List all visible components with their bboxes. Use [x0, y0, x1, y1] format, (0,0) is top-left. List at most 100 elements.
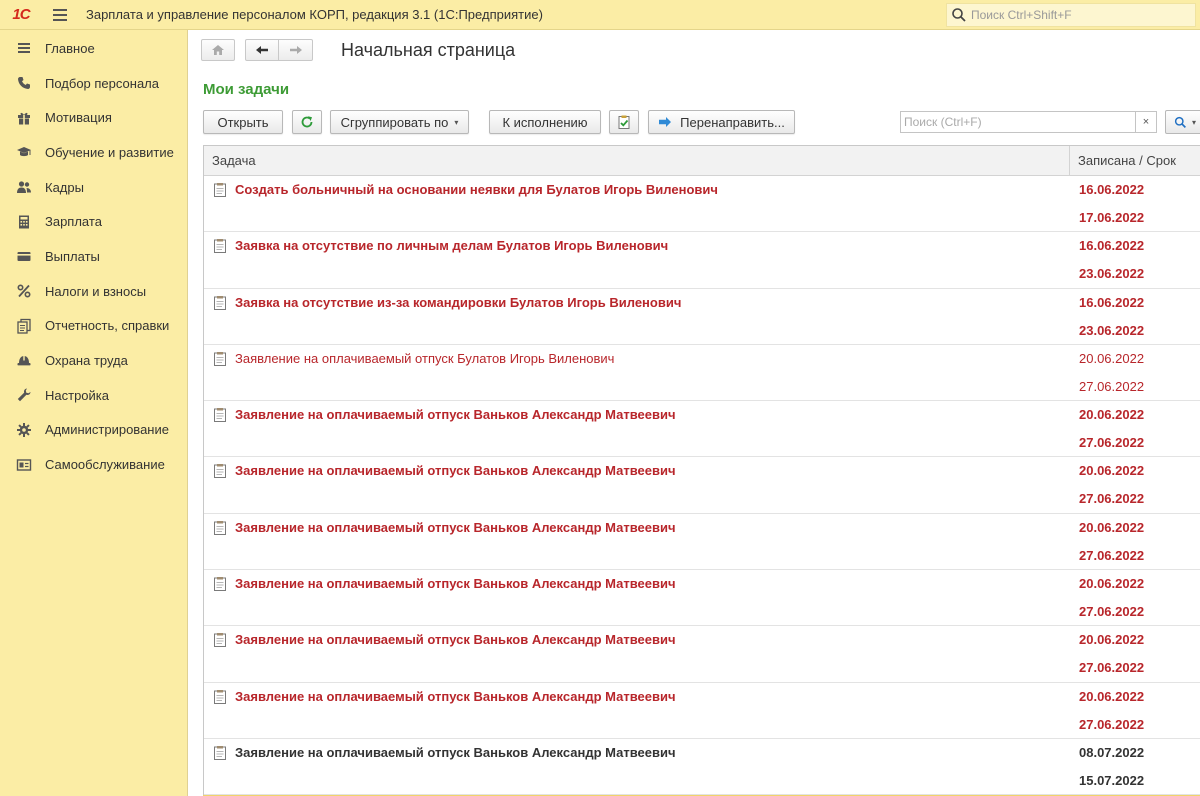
calculator-icon	[16, 214, 32, 230]
sections-panel: Главное Подбор персонала Мотивация Обуче…	[0, 30, 188, 796]
table-row[interactable]: Заявление на оплачиваемый отпуск Булатов…	[204, 345, 1200, 402]
sidebar-item-label: Обучение и развитие	[45, 144, 174, 160]
task-clipboard-icon	[213, 351, 227, 366]
menu-lines-icon	[16, 40, 32, 56]
table-row[interactable]: Создать больничный на основании неявки д…	[204, 176, 1200, 233]
task-recorded-date: 20.06.2022	[1079, 632, 1145, 648]
sidebar-item-label: Зарплата	[45, 214, 102, 230]
sidebar-item-training[interactable]: Обучение и развитие	[0, 135, 187, 170]
sidebar-item-label: Отчетность, справки	[45, 318, 170, 334]
menu-line	[53, 18, 67, 21]
task-clipboard-icon	[213, 576, 227, 592]
sidebar-item-label: Выплаты	[45, 248, 100, 264]
documents-icon	[16, 318, 32, 334]
table-row[interactable]: Заявка на отсутствие по личным делам Бул…	[204, 232, 1200, 289]
app-logo[interactable]: 1С	[0, 0, 42, 30]
task-title: Заявление на оплачиваемый отпуск Ваньков…	[235, 407, 676, 423]
task-title: Заявка на отсутствие по личным делам Бул…	[235, 238, 669, 254]
column-header-date[interactable]: Записана / Срок	[1070, 146, 1176, 176]
task-recorded-date: 16.06.2022	[1079, 182, 1145, 197]
search-options-button[interactable]: ▾	[1165, 110, 1200, 134]
global-search-input[interactable]: Поиск Ctrl+Shift+F	[946, 3, 1196, 27]
task-clipboard-icon	[213, 238, 227, 254]
table-row[interactable]: Заявление на оплачиваемый отпуск Ваньков…	[204, 570, 1200, 627]
clear-search-button[interactable]: ×	[1135, 111, 1157, 133]
phone-icon	[16, 75, 32, 91]
sidebar-item-label: Настройка	[45, 387, 109, 403]
table-row[interactable]: Заявление на оплачиваемый отпуск Ваньков…	[204, 514, 1200, 571]
table-row[interactable]: Заявление на оплачиваемый отпуск Ваньков…	[204, 683, 1200, 739]
helmet-icon	[16, 353, 32, 369]
sidebar-item-label: Мотивация	[45, 110, 112, 126]
menu-line	[53, 8, 67, 11]
id-card-icon	[16, 457, 32, 473]
section-title-my-tasks[interactable]: Мои задачи	[203, 81, 289, 98]
forward-button[interactable]	[279, 39, 313, 61]
main-menu-button[interactable]	[42, 0, 78, 30]
graduation-cap-icon	[16, 144, 32, 160]
task-recorded-date: 20.06.2022	[1079, 463, 1145, 479]
sidebar-item-recruiting[interactable]: Подбор персонала	[0, 66, 187, 101]
task-title: Заявление на оплачиваемый отпуск Булатов…	[235, 350, 615, 366]
home-button[interactable]	[201, 39, 235, 61]
column-header-task[interactable]: Задача	[204, 146, 1070, 176]
sidebar-item-main[interactable]: Главное	[0, 31, 187, 66]
table-row[interactable]: Заявление на оплачиваемый отпуск Ваньков…	[204, 739, 1200, 795]
menu-line	[53, 13, 67, 16]
sidebar-item-self-service[interactable]: Самообслуживание	[0, 447, 187, 482]
sidebar-item-payments[interactable]: Выплаты	[0, 239, 187, 274]
group-by-label: Сгруппировать по	[340, 114, 449, 130]
main-area: Начальная страница Мои задачи Открыть Сг…	[188, 30, 1200, 796]
task-due-date: 27.06.2022	[1079, 547, 1145, 563]
sidebar-item-label: Администрирование	[45, 422, 169, 438]
sidebar-item-personnel[interactable]: Кадры	[0, 170, 187, 205]
search-icon	[1174, 116, 1186, 128]
task-recorded-date: 20.06.2022	[1079, 688, 1145, 704]
task-title: Заявление на оплачиваемый отпуск Ваньков…	[235, 576, 676, 592]
task-due-date: 27.06.2022	[1079, 604, 1145, 620]
task-search-input[interactable]: Поиск (Ctrl+F)	[900, 111, 1136, 133]
redirect-button-label: Перенаправить...	[680, 114, 785, 130]
task-title: Заявление на оплачиваемый отпуск Ваньков…	[235, 744, 676, 760]
task-recorded-date: 20.06.2022	[1079, 519, 1145, 535]
accept-task-button[interactable]	[609, 110, 639, 134]
sidebar-item-settings[interactable]: Настройка	[0, 378, 187, 413]
redirect-arrow-icon	[659, 117, 672, 127]
sidebar-item-labor-safety[interactable]: Охрана труда	[0, 343, 187, 378]
refresh-button[interactable]	[292, 110, 322, 134]
task-due-date: 27.06.2022	[1079, 491, 1145, 507]
table-header: Задача Записана / Срок	[204, 146, 1200, 176]
sidebar-item-label: Главное	[45, 40, 95, 56]
task-recorded-date: 16.06.2022	[1079, 238, 1145, 254]
task-due-date: 27.06.2022	[1079, 660, 1145, 676]
group-by-button[interactable]: Сгруппировать по ▾	[330, 110, 469, 134]
tasks-toolbar: Открыть Сгруппировать по ▾ К исполнению П…	[203, 110, 1200, 134]
task-recorded-date: 08.07.2022	[1079, 744, 1145, 760]
table-row[interactable]: Заявление на оплачиваемый отпуск Ваньков…	[204, 457, 1200, 514]
task-title: Заявка на отсутствие из-за командировки …	[235, 294, 682, 310]
sidebar-item-motivation[interactable]: Мотивация	[0, 100, 187, 135]
sidebar-item-reports[interactable]: Отчетность, справки	[0, 309, 187, 344]
sidebar-item-taxes[interactable]: Налоги и взносы	[0, 274, 187, 309]
task-clipboard-icon	[213, 745, 227, 760]
task-clipboard-icon	[213, 463, 227, 479]
navigation-bar	[201, 39, 313, 61]
redirect-button[interactable]: Перенаправить...	[648, 110, 795, 134]
task-clipboard-icon	[213, 182, 227, 197]
task-title: Заявление на оплачиваемый отпуск Ваньков…	[235, 519, 676, 535]
sidebar-item-label: Самообслуживание	[45, 457, 165, 473]
table-row[interactable]: Заявка на отсутствие из-за командировки …	[204, 289, 1200, 345]
percent-icon	[16, 283, 32, 299]
table-row[interactable]: Заявление на оплачиваемый отпуск Ваньков…	[204, 626, 1200, 683]
sidebar-item-label: Подбор персонала	[45, 75, 159, 91]
task-search-placeholder: Поиск (Ctrl+F)	[904, 115, 982, 129]
task-clipboard-icon	[213, 632, 227, 648]
sidebar-item-administration[interactable]: Администрирование	[0, 413, 187, 448]
back-button[interactable]	[245, 39, 279, 61]
task-due-date: 23.06.2022	[1079, 322, 1145, 338]
table-row[interactable]: Заявление на оплачиваемый отпуск Ваньков…	[204, 401, 1200, 458]
execute-button[interactable]: К исполнению	[489, 110, 601, 134]
home-icon	[212, 45, 224, 55]
open-button[interactable]: Открыть	[203, 110, 283, 134]
sidebar-item-salary[interactable]: Зарплата	[0, 204, 187, 239]
